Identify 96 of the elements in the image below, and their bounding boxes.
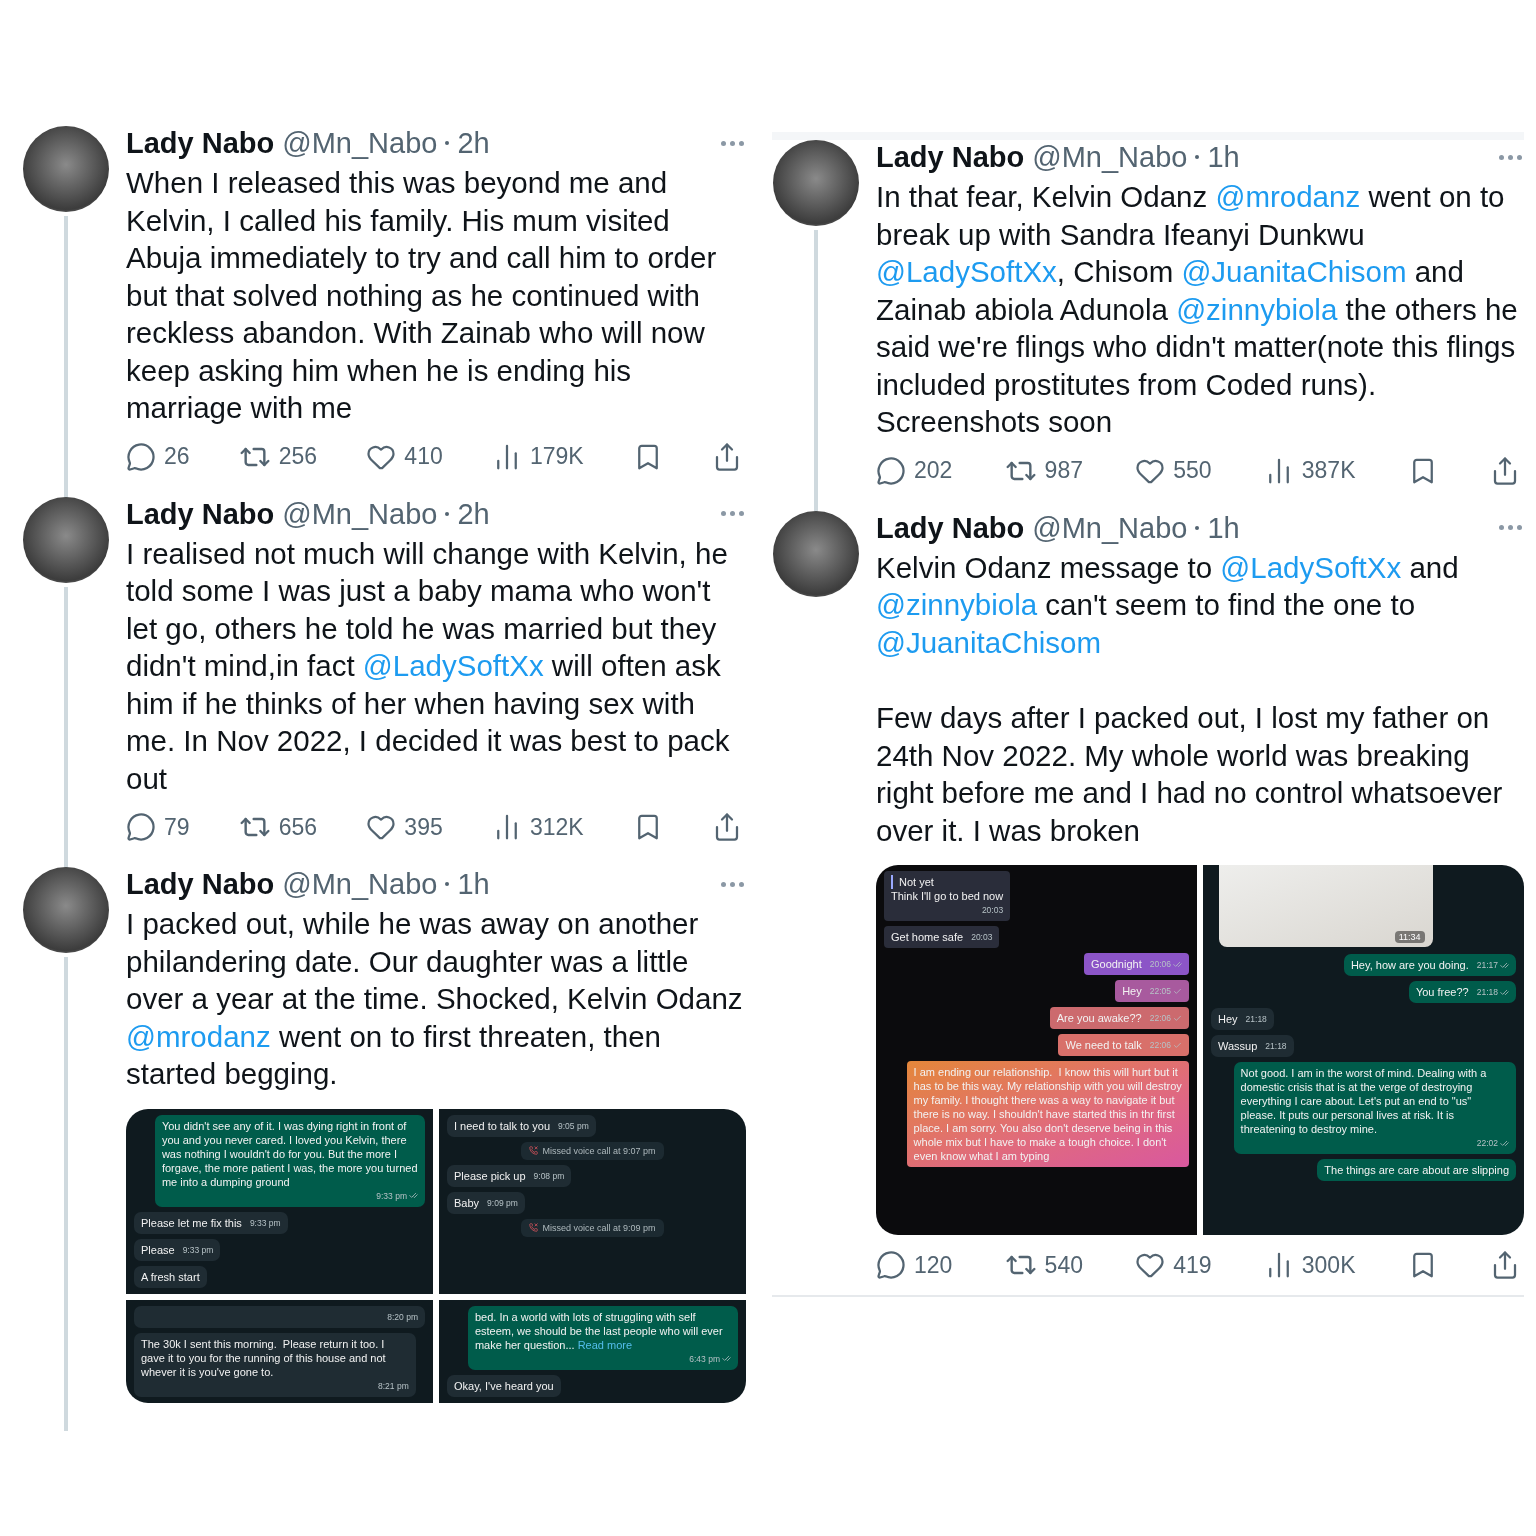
repost-button[interactable]: 540 xyxy=(1004,1249,1083,1281)
speech-bubble-icon xyxy=(126,441,156,472)
post-text: I packed out, while he was away on another philandering date. Our daughter was a little over a year at the time. Shocked, Kelvin Odanz @mrodanz went on to first threaten, then started begging. xyxy=(126,906,744,1092)
post-time[interactable]: 1h xyxy=(1207,510,1240,545)
reply-button[interactable]: 202 xyxy=(876,455,953,486)
post-text: Few days after I packed out, I lost my father on 24th Nov 2022. My whole world was breaking right before me and I had no control whatsoever over it. I was broken xyxy=(876,700,1504,849)
message-text: bed. In a world with lots of struggling with self esteem, we should be the last people who will ever make her question... Read more xyxy=(474,1309,724,1352)
repost-button[interactable]: 987 xyxy=(1004,454,1083,487)
separator-dot-icon xyxy=(445,882,450,886)
repost-button[interactable]: 656 xyxy=(238,811,318,843)
like-button[interactable]: 550 xyxy=(1135,455,1212,486)
reply-button[interactable]: 120 xyxy=(876,1250,953,1280)
post-time[interactable]: 1h xyxy=(457,867,490,901)
message-text: Not good. I am in the worst of mind. Dealing with a domestic crisis that is at the verge of destroying everything I care about. Let's put an end to "us" please. It puts our personal lives at risk. It is threatening to destroy mine. xyxy=(1240,1066,1488,1136)
message-time: 21:17 xyxy=(1476,958,1509,972)
author-handle[interactable]: @Mn_Nabo xyxy=(282,496,438,531)
missed-call-notice: Missed voice call at 9:07 pm xyxy=(521,1141,664,1160)
author-name[interactable]: Lady Nabo xyxy=(126,867,275,901)
speech-bubble-icon xyxy=(876,1250,906,1280)
views-button[interactable]: 387K xyxy=(1263,455,1356,486)
message-time: 22:02 xyxy=(1476,1136,1509,1150)
message-text: Wassup xyxy=(1218,1039,1258,1053)
message-time: 20:06 xyxy=(1149,957,1182,971)
like-button[interactable]: 410 xyxy=(366,441,443,472)
post-text: When I released this was beyond me and Kelvin, I called his family. His mum visited Abuja immediately to try and call him to order but that solved nothing as he continued with reckless abandon. With Zainab who will now keep asking him when he is ending his marriage with me xyxy=(126,165,718,426)
message-time: 9:33 pm xyxy=(376,1188,418,1203)
message-time: 21:18 xyxy=(1265,1040,1287,1053)
post-time[interactable]: 2h xyxy=(457,496,490,531)
author-name[interactable]: Lady Nabo xyxy=(126,126,275,160)
message-text: The 30k I sent this morning. Please return it too. I gave it to you for the running of this house and not whever it is you've gone to. xyxy=(141,1336,387,1379)
author-name[interactable]: Lady Nabo xyxy=(876,510,1025,545)
repost-button[interactable]: 256 xyxy=(238,440,318,473)
message-text: A fresh start xyxy=(141,1269,200,1284)
reply-button[interactable]: 79 xyxy=(126,812,190,842)
message-text: Are you awake?? xyxy=(1056,1011,1142,1025)
post-time[interactable]: 1h xyxy=(1207,140,1240,174)
message-text: I need to talk to you xyxy=(454,1118,550,1133)
message-time: 8:21 pm xyxy=(378,1379,409,1393)
quoted-reply: Not yet xyxy=(891,875,1004,889)
post-time[interactable]: 2h xyxy=(457,126,490,160)
message-text: The things are care about are slipping xyxy=(1324,1163,1509,1177)
author-name[interactable]: Lady Nabo xyxy=(126,496,275,531)
message-text: Goodnight xyxy=(1090,957,1142,971)
author-name[interactable]: Lady Nabo xyxy=(876,140,1025,174)
views-button[interactable]: 179K xyxy=(491,441,584,472)
speech-bubble-icon xyxy=(126,812,156,842)
post-text: I realised not much will change with Kelvin, he told some I was just a baby mama who won't let go, others he told he was married but they didn't mind,in fact @LadySoftXx will often ask him if he thinks of her when having sex with me. In Nov 2022, I decided it was best to pack out xyxy=(126,535,731,797)
message-time: 9:05 pm xyxy=(558,1119,589,1133)
message-text: Okay, I've heard you xyxy=(454,1378,554,1393)
separator-dot-icon xyxy=(1195,525,1200,530)
message-text: You free?? xyxy=(1415,985,1469,999)
author-handle[interactable]: @Mn_Nabo xyxy=(1032,510,1188,545)
message-time: 11:34 xyxy=(1394,931,1425,943)
message-time: 21:18 xyxy=(1245,1013,1267,1026)
message-time: 20:03 xyxy=(971,931,993,944)
views-button[interactable]: 312K xyxy=(491,812,584,842)
read-more-link[interactable]: Read more xyxy=(577,1338,633,1351)
message-time: 9:09 pm xyxy=(487,1196,518,1210)
message-text: You didn't see any of it. I was dying right in front of you and you never cared. I loved you Kelvin, there was nothing I wouldn't do for you. But the more I forgave, the more patient I was, the more you turned me into a dumping ground xyxy=(161,1118,418,1189)
separator-dot-icon xyxy=(445,511,450,516)
message-time: 22:05 xyxy=(1149,984,1182,998)
message-text: Think I'll go to bed now xyxy=(891,889,1004,903)
post-text: Kelvin Odanz message to @LadySoftXx and @zinnybiola can't seem to find the one to @JuanitaChisom xyxy=(876,549,1460,661)
missed-call-notice: Missed voice call at 9:09 pm xyxy=(521,1218,664,1237)
like-button[interactable]: 395 xyxy=(366,812,443,842)
missed-call-icon xyxy=(529,1223,539,1232)
message-text: Please let me fix this xyxy=(141,1215,242,1230)
message-time: 9:08 pm xyxy=(533,1169,565,1183)
speech-bubble-icon xyxy=(876,455,906,486)
author-handle[interactable]: @Mn_Nabo xyxy=(282,867,438,901)
message-text: Please xyxy=(141,1242,175,1257)
separator-dot-icon xyxy=(445,141,450,145)
author-handle[interactable]: @Mn_Nabo xyxy=(282,126,438,160)
message-time: 9:33 pm xyxy=(182,1243,214,1257)
message-time: 6:43 pm xyxy=(689,1351,731,1366)
message-text: Get home safe xyxy=(891,930,964,944)
like-button[interactable]: 419 xyxy=(1135,1250,1212,1280)
author-handle[interactable]: @Mn_Nabo xyxy=(1032,140,1188,174)
message-text: Baby xyxy=(454,1195,480,1210)
missed-call-icon xyxy=(529,1146,539,1155)
message-time: 8:20 pm xyxy=(387,1310,418,1324)
separator-dot-icon xyxy=(1195,155,1200,159)
message-time: 21:18 xyxy=(1476,985,1509,999)
reply-button[interactable]: 26 xyxy=(126,441,190,472)
message-text: We need to talk xyxy=(1065,1038,1142,1052)
message-text: Hey, how are you doing. xyxy=(1350,958,1469,972)
message-time: 20:03 xyxy=(981,904,1004,917)
message-text: Hey xyxy=(1218,1012,1238,1026)
message-time: 22:06 xyxy=(1149,1038,1182,1052)
message-time: 9:33 pm xyxy=(249,1216,281,1230)
post-text: In that fear, Kelvin Odanz @mrodanz went on to break up with Sandra Ifeanyi Dunkwu @LadySoftXx, Chisom @JuanitaChisom and Zainab abiola Adunola @zinnybiola the others he said we're flings who didn't matter(note this flings included prostitutes from Coded runs). Screenshots soon xyxy=(876,179,1519,440)
message-text: I am ending our relationship. I know this will hurt but it has to be this way. My relationship with you will destroy my family. I thought there was a way to navigate it but there is no way. I shouldn't have started this in thr first place. I am sorry. You also don't deserve being in this whole mix but I have to make a tough choice. I don't even know what I am typing xyxy=(913,1065,1182,1163)
message-time: 22:06 xyxy=(1149,1011,1182,1025)
message-text: Hey xyxy=(1122,984,1142,998)
message-text: Please pick up xyxy=(454,1168,526,1183)
views-button[interactable]: 300K xyxy=(1263,1250,1356,1280)
